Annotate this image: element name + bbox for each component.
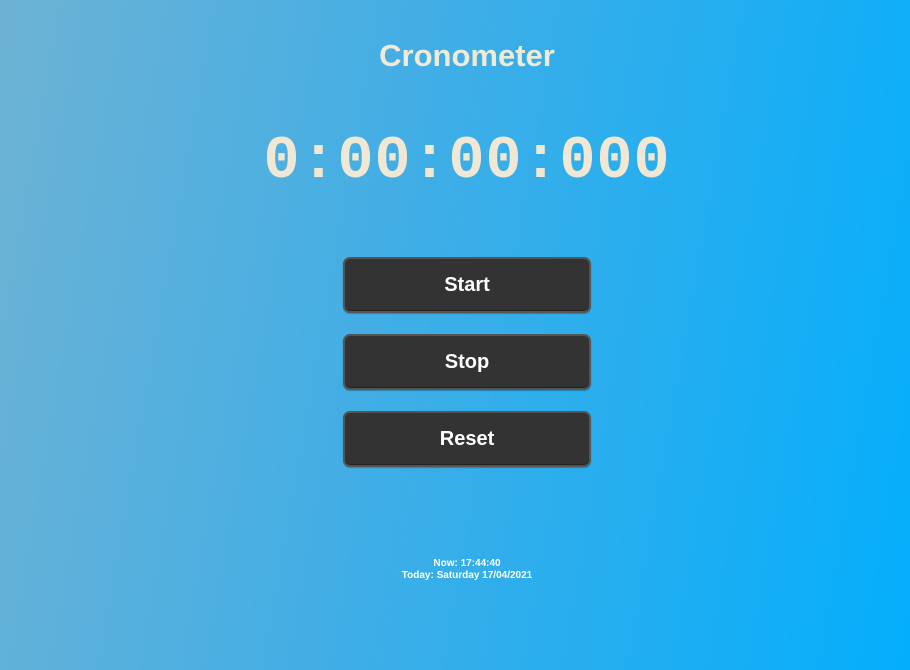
start-button[interactable]: Start: [343, 257, 591, 313]
stop-button[interactable]: Stop: [343, 334, 591, 390]
current-time: Now: 17:44:40: [433, 558, 501, 569]
timer-display: 0:00:00:000: [263, 128, 671, 196]
reset-button[interactable]: Reset: [343, 411, 591, 467]
current-date: Today: Saturday 17/04/2021: [401, 570, 533, 581]
footer-info: Now: 17:44:40 Today: Saturday 17/04/2021: [0, 558, 910, 582]
page-title: Cronometer: [379, 38, 555, 73]
